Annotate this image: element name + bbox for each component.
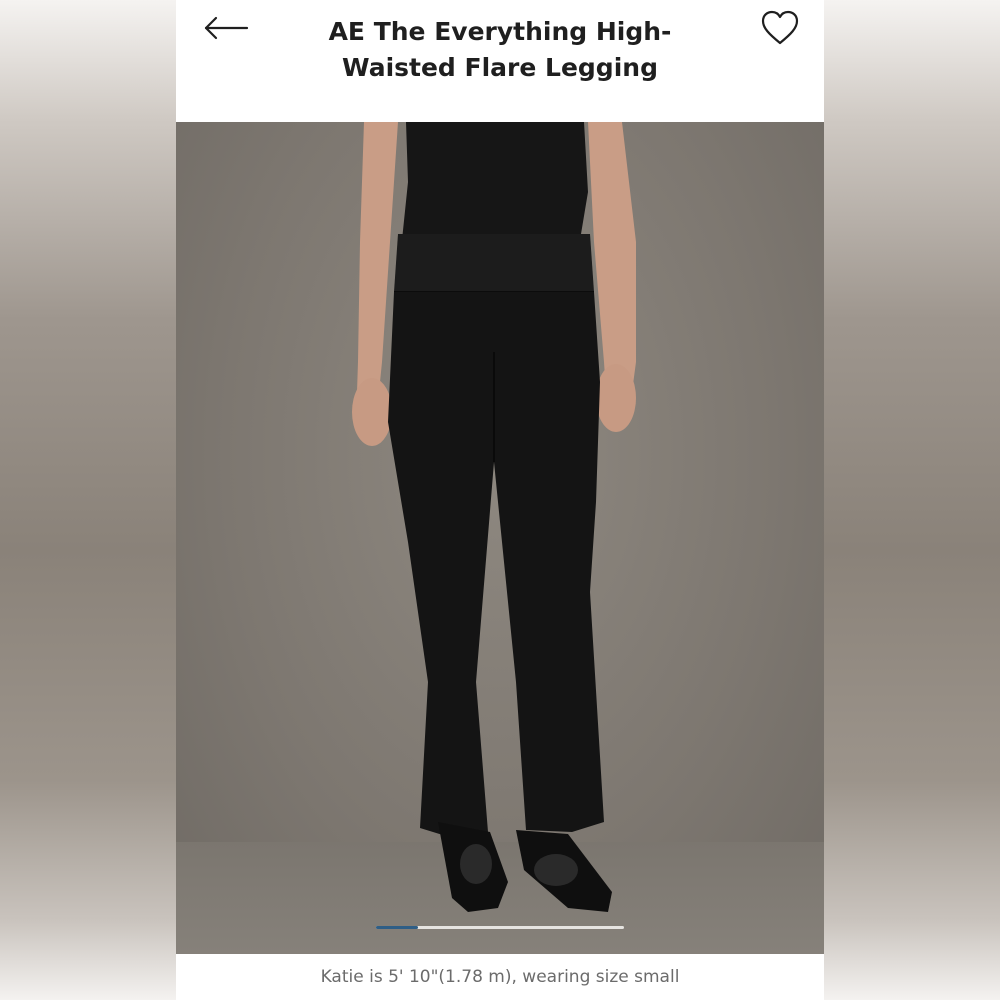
heart-outline-icon — [761, 10, 799, 45]
product-screen: AE The Everything High-Waisted Flare Leg… — [176, 0, 824, 1000]
product-photo — [352, 122, 636, 912]
waistband — [394, 234, 594, 292]
gallery-progress-fill — [376, 926, 419, 929]
back-button[interactable] — [198, 8, 254, 48]
left-hand — [352, 378, 392, 446]
right-hand — [596, 364, 636, 432]
leggings — [388, 292, 604, 836]
product-title: AE The Everything High-Waisted Flare Leg… — [328, 17, 672, 82]
arrow-left-icon — [204, 16, 249, 40]
favorite-button[interactable] — [756, 6, 804, 50]
product-image-gallery[interactable] — [176, 122, 824, 954]
product-header: AE The Everything High-Waisted Flare Leg… — [176, 0, 824, 122]
gallery-progress-bar — [376, 926, 624, 929]
black-top — [402, 122, 588, 240]
model-size-caption: Katie is 5' 10"(1.78 m), wearing size sm… — [320, 967, 680, 987]
